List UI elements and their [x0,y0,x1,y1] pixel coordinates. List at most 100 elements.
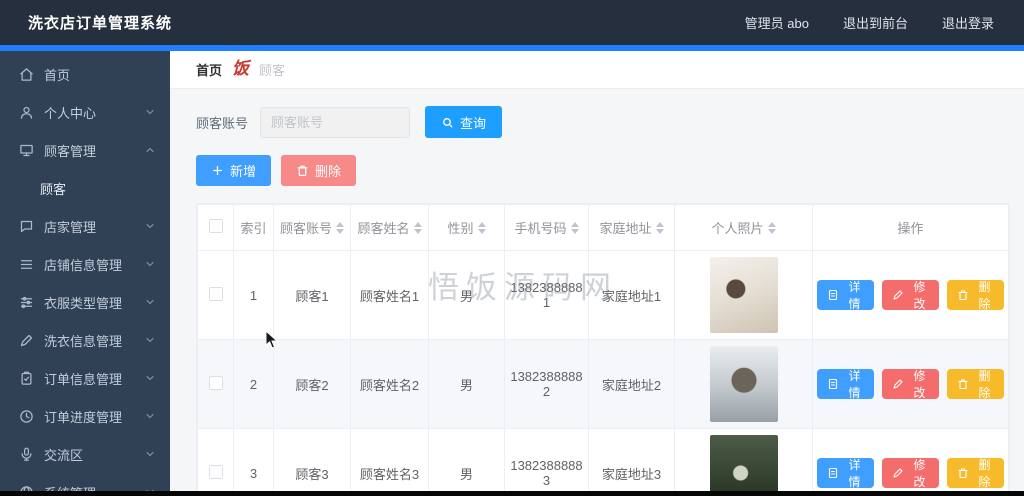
chevron-down-icon [144,410,156,422]
chevron-down-icon [144,296,156,308]
sidebar-item-order-progress-management[interactable]: 订单进度管理 [0,397,170,435]
exit-to-front-link[interactable]: 退出到前台 [843,13,908,32]
mic-icon [19,447,34,462]
sidebar-item-label: 衣服类型管理 [44,295,123,311]
cell-gender: 男 [428,428,505,496]
main-content: 首页 饭 顾客 顾客账号 查询 新增 [170,51,1024,496]
delete-button[interactable]: 删除 [947,369,1004,400]
breadcrumb-home[interactable]: 首页 [196,60,222,79]
sidebar-item-laundry-info-management[interactable]: 洗衣信息管理 [0,321,170,359]
chevron-down-icon [144,334,156,346]
admin-user-label[interactable]: 管理员 abo [745,13,809,32]
table-row: 2 顾客2 顾客姓名2 男 13823888882 家庭地址2 详情 修改 删除 [197,339,1009,429]
sort-icon[interactable] [767,221,776,234]
cell-gender: 男 [428,339,505,429]
edit-button[interactable]: 修改 [882,280,939,311]
row-checkbox[interactable] [208,286,223,301]
sidebar-item-shop-owner-management[interactable]: 店家管理 [0,207,170,245]
sidebar-item-label: 交流区 [44,447,84,463]
user-icon [19,105,34,120]
plus-icon [211,164,224,177]
sort-icon[interactable] [413,221,422,234]
sidebar-item-customer-management[interactable]: 顾客管理 [0,131,170,169]
cell-name: 顾客姓名1 [350,250,429,340]
sidebar-subitem-customer[interactable]: 顾客 [0,169,170,207]
customer-photo[interactable] [709,346,778,422]
add-button[interactable]: 新增 [196,155,272,186]
cell-name: 顾客姓名2 [350,339,429,429]
sort-icon[interactable] [336,221,344,234]
chevron-down-icon [144,106,156,118]
cell-phone: 13823888883 [504,428,589,496]
pen-icon [892,467,904,479]
search-bar: 顾客账号 查询 [196,106,1010,138]
sidebar-nav: 首页 个人中心 顾客管理 顾客 店家管理 店铺信息管理 衣服类型管理 洗衣信息管… [0,51,170,496]
column-header-photo[interactable]: 个人照片 [674,204,813,251]
delete-button[interactable]: 删除 [947,458,1004,489]
sidebar-item-label: 订单进度管理 [44,409,123,425]
select-all-checkbox[interactable] [208,219,223,233]
chevron-up-icon [144,144,156,156]
accent-strip [0,45,1024,51]
watermark-logo-glyph: 饭 [232,59,250,79]
app-window: 洗衣店订单管理系统 管理员 abo 退出到前台 退出登录 首页 个人中心 顾客管… [0,0,1024,496]
query-button[interactable]: 查询 [425,106,503,138]
app-title: 洗衣店订单管理系统 [28,15,173,32]
row-checkbox[interactable] [208,375,223,390]
column-header-name[interactable]: 顾客姓名 [350,204,429,251]
trash-icon [296,164,309,177]
sidebar-item-label: 店铺信息管理 [44,257,123,273]
sidebar-item-home[interactable]: 首页 [0,55,170,93]
cell-name: 顾客姓名3 [350,428,429,496]
detail-button[interactable]: 详情 [817,458,874,489]
header-links: 管理员 abo 退出到前台 退出登录 [745,13,994,32]
column-header-gender[interactable]: 性别 [428,204,505,251]
customer-photo[interactable] [709,257,778,333]
cell-index: 3 [233,428,274,496]
column-header-address[interactable]: 家庭地址 [588,204,675,251]
customer-photo[interactable] [709,435,778,496]
sliders-icon [19,295,34,310]
column-header-phone[interactable]: 手机号码 [504,204,589,251]
sort-icon[interactable] [570,221,579,234]
sidebar-item-forum[interactable]: 交流区 [0,435,170,473]
sidebar-item-label: 顾客 [40,181,67,197]
customer-table: 索引 顾客账号 顾客姓名 性别 手机号码 家庭地址 个人照片 操作 1 顾客1 … [196,203,1010,496]
table-row: 3 顾客3 顾客姓名3 男 13823888883 家庭地址3 详情 修改 删除 [197,428,1009,496]
detail-button[interactable]: 详情 [817,280,874,311]
bottom-edge-bar [0,491,1024,496]
document-icon [827,289,839,301]
row-checkbox[interactable] [208,464,223,479]
column-header-account[interactable]: 顾客账号 [273,204,351,251]
delete-button[interactable]: 删除 [947,280,1004,311]
detail-button[interactable]: 详情 [817,369,874,400]
edit-button[interactable]: 修改 [882,458,939,489]
logout-link[interactable]: 退出登录 [942,13,994,32]
sort-icon[interactable] [477,221,486,234]
sort-icon[interactable] [655,221,664,234]
search-field-label: 顾客账号 [196,115,249,131]
trash-icon [957,289,969,301]
customer-account-input[interactable] [260,106,411,138]
document-icon [827,467,839,479]
chevron-down-icon [144,372,156,384]
cell-account: 顾客1 [273,250,351,340]
sidebar-item-order-info-management[interactable]: 订单信息管理 [0,359,170,397]
pen-icon [19,333,34,348]
cell-phone: 13823888881 [504,250,589,340]
column-header-index: 索引 [233,204,274,251]
chat-icon [19,219,34,234]
breadcrumb-current: 顾客 [259,63,286,78]
chevron-down-icon [144,448,156,460]
sidebar-item-personal-center[interactable]: 个人中心 [0,93,170,131]
sidebar-item-label: 订单信息管理 [44,371,123,387]
edit-button[interactable]: 修改 [882,369,939,400]
monitor-icon [19,143,34,158]
sidebar-item-label: 个人中心 [44,105,97,121]
sidebar-item-label: 顾客管理 [44,143,97,159]
batch-delete-button[interactable]: 删除 [281,155,357,186]
cell-index: 2 [233,339,274,429]
sidebar-item-clothes-type-management[interactable]: 衣服类型管理 [0,283,170,321]
sidebar-item-label: 洗衣信息管理 [44,333,123,349]
sidebar-item-shop-info-management[interactable]: 店铺信息管理 [0,245,170,283]
